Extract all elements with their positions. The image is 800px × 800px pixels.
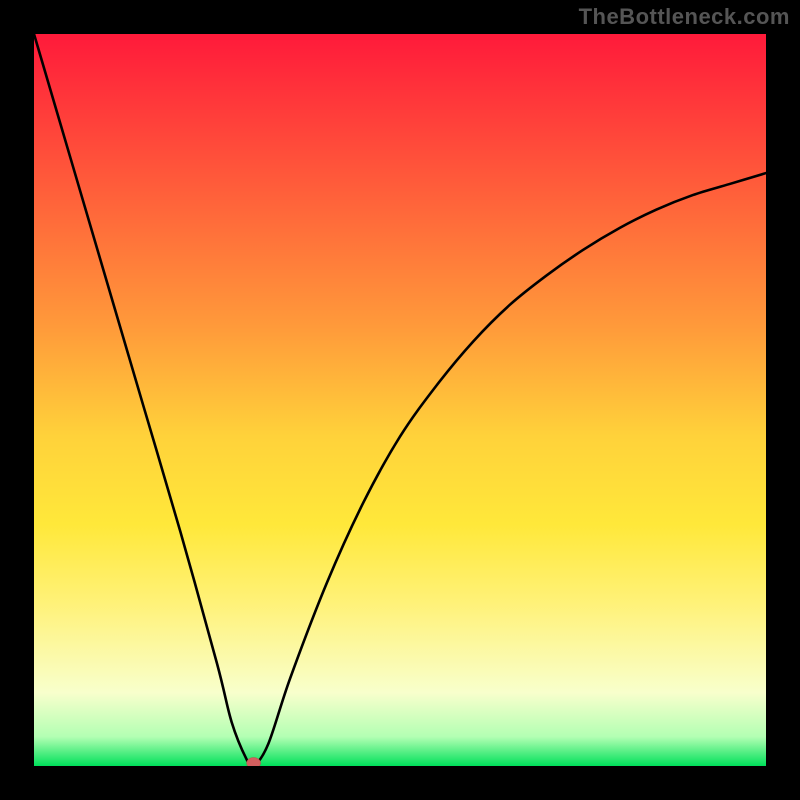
- optimal-point-marker: [247, 758, 261, 767]
- bottleneck-curve-line: [34, 34, 766, 766]
- chart-frame: TheBottleneck.com: [0, 0, 800, 800]
- plot-area: [34, 34, 766, 766]
- chart-svg: [34, 34, 766, 766]
- watermark-text: TheBottleneck.com: [579, 4, 790, 30]
